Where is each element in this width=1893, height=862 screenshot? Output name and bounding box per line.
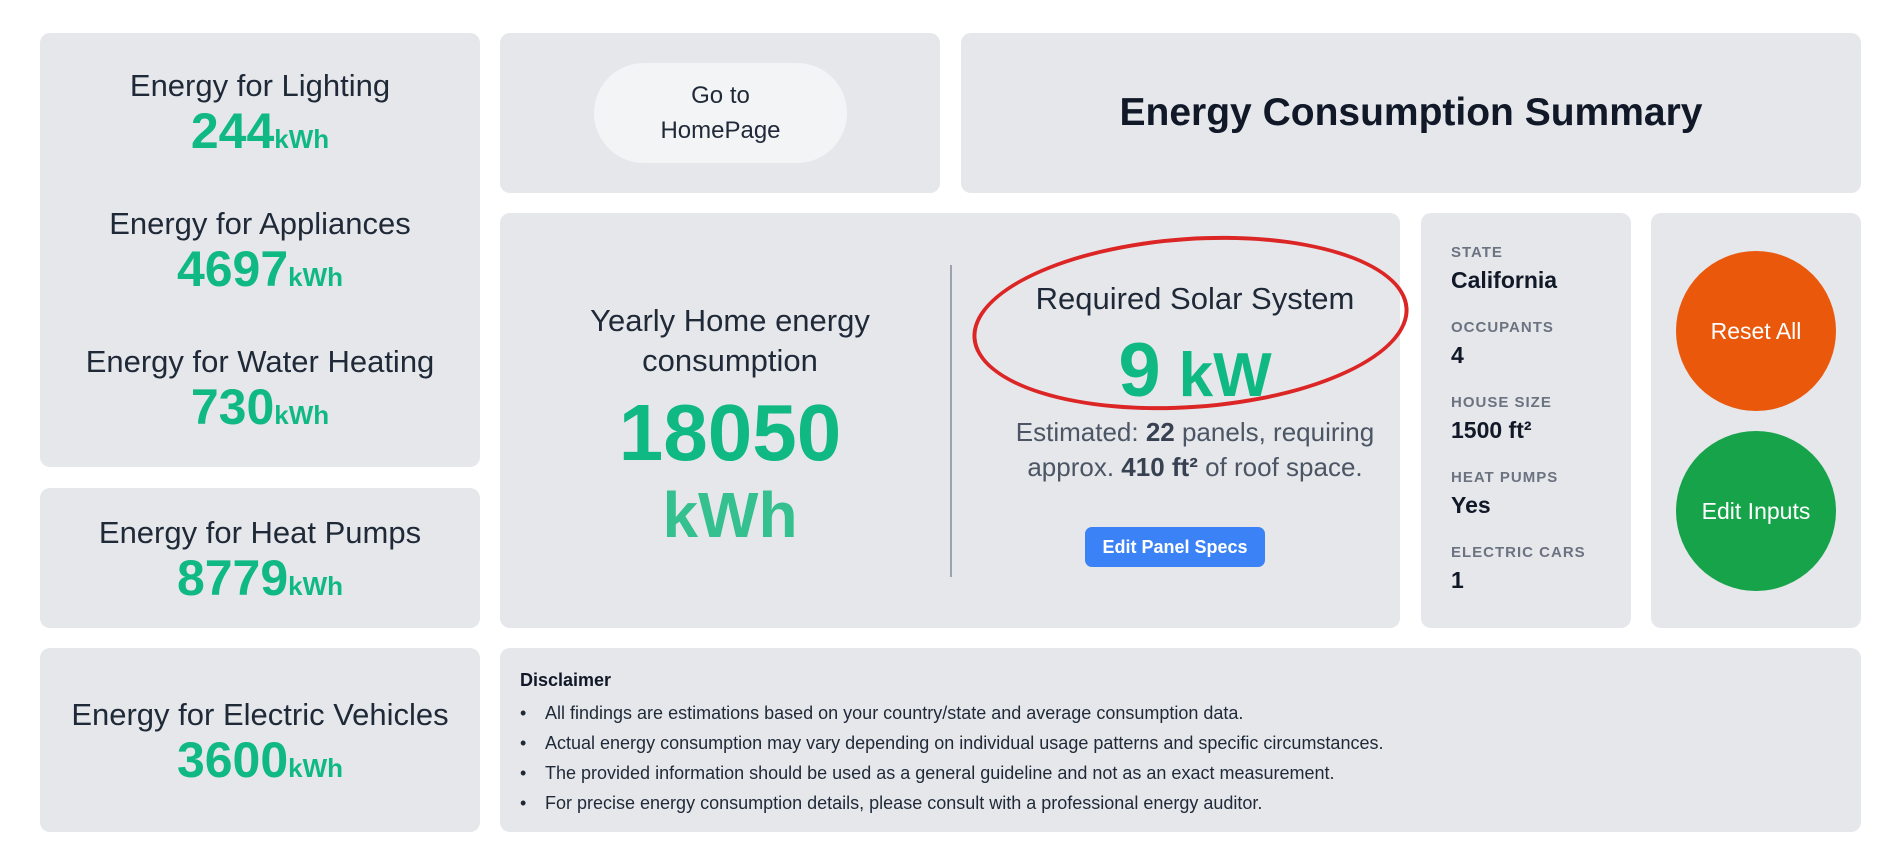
- heat-pumps-card: Energy for Heat Pumps 8779kWh: [40, 488, 480, 628]
- disclaimer-list: All findings are estimations based on yo…: [520, 698, 1383, 818]
- energy-value: 244kWh: [190, 103, 330, 159]
- energy-value: 3600kWh: [176, 732, 344, 788]
- energy-item-water-heating: Energy for Water Heating 730kWh: [40, 343, 480, 446]
- solar-system-title: Required Solar System: [1035, 281, 1355, 316]
- stat-label-state: STATE: [1451, 244, 1503, 261]
- energy-item-appliances: Energy for Appliances 4697kWh: [40, 205, 480, 308]
- list-item: For precise energy consumption details, …: [520, 788, 1383, 818]
- energy-label: Energy for Electric Vehicles: [71, 697, 449, 732]
- summary-header-card: Energy Consumption Summary: [961, 33, 1861, 193]
- go-to-homepage-button[interactable]: Go to HomePage: [594, 63, 847, 163]
- electric-vehicles-card: Energy for Electric Vehicles 3600kWh: [40, 648, 480, 832]
- energy-label: Energy for Lighting: [129, 68, 391, 103]
- reset-all-button[interactable]: Reset All: [1676, 251, 1836, 411]
- panel-estimate-text: Estimated: 22 panels, requiring approx. …: [1015, 417, 1375, 482]
- stat-value-state: California: [1451, 267, 1558, 293]
- panel-count: 22: [1145, 417, 1175, 447]
- energy-breakdown-card: Energy for Lighting 244kWh Energy for Ap…: [40, 33, 480, 467]
- stat-label-heat-pumps: HEAT PUMPS: [1451, 469, 1559, 486]
- disclaimer-card: Disclaimer All findings are estimations …: [500, 648, 1861, 832]
- stat-label-occupants: OCCUPANTS: [1451, 319, 1554, 336]
- energy-label: Energy for Water Heating: [85, 344, 435, 379]
- stat-label-house-size: HOUSE SIZE: [1451, 394, 1552, 411]
- divider: [950, 265, 952, 577]
- stat-value-house-size: 1500 ft²: [1451, 417, 1532, 443]
- disclaimer-title: Disclaimer: [520, 670, 612, 690]
- energy-item-lighting: Energy for Lighting 244kWh: [40, 67, 480, 170]
- stat-value-electric-cars: 1: [1451, 567, 1464, 593]
- yearly-consumption-unit: kWh: [662, 479, 798, 551]
- list-item: The provided information should be used …: [520, 758, 1383, 788]
- yearly-consumption-label: Yearly Home energy consumption: [590, 303, 870, 378]
- stat-value-heat-pumps: Yes: [1451, 492, 1491, 518]
- energy-value: 730kWh: [190, 379, 330, 435]
- consumption-solar-card: Yearly Home energy consumption 18050 kWh…: [500, 213, 1415, 628]
- roof-space: 410 ft²: [1121, 452, 1198, 482]
- energy-label: Energy for Appliances: [109, 206, 411, 241]
- yearly-consumption-value: 18050: [618, 388, 842, 477]
- edit-inputs-button[interactable]: Edit Inputs: [1676, 431, 1836, 591]
- home-nav-card: Go to HomePage: [500, 33, 940, 193]
- edit-panel-specs-button[interactable]: Edit Panel Specs: [1085, 527, 1265, 567]
- list-item: All findings are estimations based on yo…: [520, 698, 1383, 728]
- energy-label: Energy for Heat Pumps: [98, 515, 422, 550]
- page-title: Energy Consumption Summary: [1119, 91, 1703, 134]
- inputs-summary-card: STATE California OCCUPANTS 4 HOUSE SIZE …: [1421, 213, 1631, 628]
- energy-value: 4697kWh: [176, 241, 344, 297]
- actions-card: Reset All Edit Inputs: [1651, 213, 1861, 628]
- energy-item-electric-vehicles: Energy for Electric Vehicles 3600kWh: [40, 696, 480, 799]
- stat-value-occupants: 4: [1451, 342, 1464, 368]
- energy-value: 8779kWh: [176, 550, 344, 606]
- stat-label-electric-cars: ELECTRIC CARS: [1451, 544, 1586, 561]
- list-item: Actual energy consumption may vary depen…: [520, 728, 1383, 758]
- energy-item-heat-pumps: Energy for Heat Pumps 8779kWh: [40, 514, 480, 617]
